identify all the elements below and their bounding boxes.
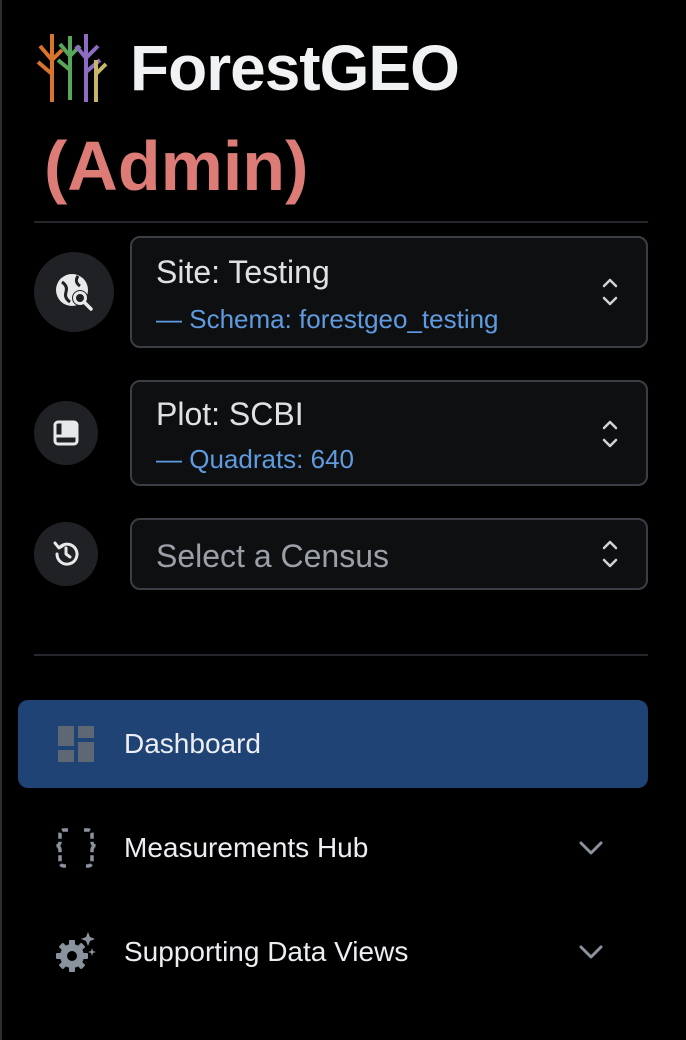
site-select-subtitle: — Schema: forestgeo_testing — [156, 304, 499, 334]
dashboard-icon — [58, 726, 94, 762]
plot-select-subtitle: — Quadrats: 640 — [156, 444, 354, 474]
plot-grid-icon — [34, 401, 98, 465]
brand: ForestGEO — [32, 28, 460, 108]
gear-sparkle-icon — [56, 932, 96, 972]
history-icon — [34, 522, 98, 586]
nav-item-dashboard[interactable]: Dashboard — [18, 700, 648, 788]
plot-select[interactable]: Plot: SCBI — Quadrats: 640 — [130, 380, 648, 486]
site-select-title: Site: Testing — [156, 254, 330, 290]
curly-braces-icon — [55, 828, 97, 868]
census-select-placeholder: Select a Census — [156, 538, 390, 574]
role-label: (Admin) — [44, 127, 309, 205]
nav-label-measurements-hub: Measurements Hub — [124, 832, 369, 863]
chevron-up-down-icon — [602, 278, 618, 306]
tree-logo-icon — [36, 34, 108, 102]
site-select[interactable]: Site: Testing — Schema: forestgeo_testin… — [130, 236, 648, 348]
nav-label-dashboard: Dashboard — [124, 728, 261, 759]
chevron-up-down-icon — [602, 540, 618, 568]
chevron-up-down-icon — [602, 420, 618, 448]
chevron-down-icon[interactable] — [578, 944, 604, 960]
nav-label-supporting-data-views: Supporting Data Views — [124, 936, 409, 967]
globe-search-icon — [34, 252, 114, 332]
census-select[interactable]: Select a Census — [130, 518, 648, 590]
chevron-down-icon[interactable] — [578, 840, 604, 856]
divider — [34, 654, 648, 656]
nav-item-measurements-hub[interactable]: Measurements Hub — [18, 804, 648, 892]
divider — [34, 221, 648, 223]
plot-select-title: Plot: SCBI — [156, 396, 304, 432]
sidebar: ForestGEO (Admin) Site: Testing — Schema… — [0, 0, 686, 1040]
nav-item-supporting-data-views[interactable]: Supporting Data Views — [18, 908, 648, 996]
app-title: ForestGEO — [130, 32, 460, 104]
site-selector-row: Site: Testing — Schema: forestgeo_testin… — [34, 236, 648, 348]
census-selector-row: Select a Census — [34, 518, 648, 590]
plot-selector-row: Plot: SCBI — Quadrats: 640 — [34, 380, 648, 486]
